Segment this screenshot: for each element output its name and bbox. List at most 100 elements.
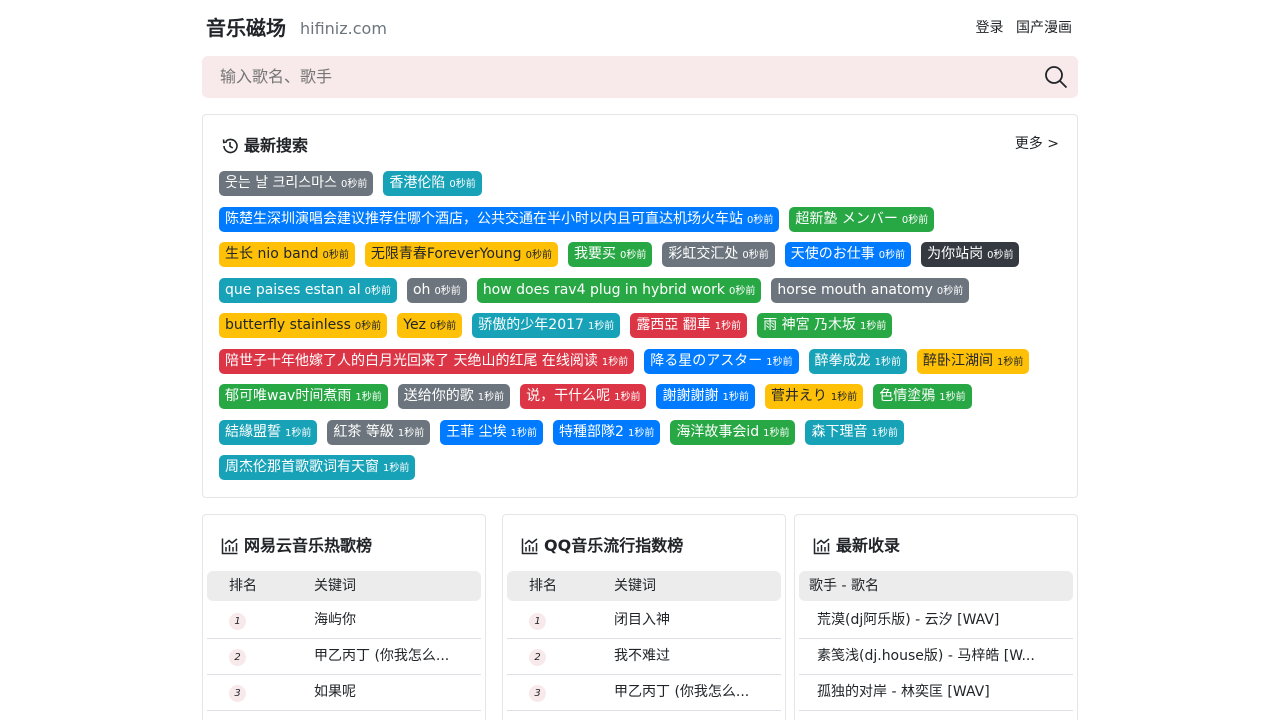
table-row[interactable]: 1 闭目入神 bbox=[507, 603, 781, 639]
search-tag[interactable]: 我要买 0秒前 bbox=[567, 242, 653, 267]
search-tag[interactable]: 露西亞 翻車 1秒前 bbox=[630, 313, 748, 338]
table-row[interactable]: 3 甲乙丙丁 (你我怎么... bbox=[507, 675, 781, 711]
table-row[interactable]: 1 海屿你 bbox=[207, 603, 481, 639]
search-tag[interactable]: 陪世子十年他嫁了人的白月光回来了 天绝山的红尾 在线阅读 1秒前 bbox=[219, 348, 635, 374]
search-tag-time: 1秒前 bbox=[614, 392, 641, 403]
rank-badge: 1 bbox=[529, 613, 546, 630]
search-tag-text: 露西亞 翻車 bbox=[636, 317, 711, 333]
search-tag-text: 彩虹交汇处 bbox=[668, 246, 739, 262]
song-link[interactable]: 荒漠(dj阿乐版) - 云汐 [WAV] bbox=[817, 603, 1047, 638]
search-tag-text: butterfly stainless bbox=[225, 317, 351, 333]
search-tag-text: 周杰伦那首歌歌词有天窗 bbox=[225, 459, 379, 475]
table-row[interactable]: 3 如果呢 bbox=[207, 675, 481, 711]
song-link[interactable]: 素笺浅(dj.house版) - 马梓皓 [W... bbox=[817, 639, 1047, 674]
keyword-link[interactable]: 甲乙丙丁 (你我怎么... bbox=[614, 675, 764, 710]
search-tag-text: 郁可唯wav时间煮雨 bbox=[225, 388, 352, 404]
search-tag[interactable]: 陈楚生深圳演唱会建议推荐住哪个酒店，公共交通在半小时以内且可直达机场火车站 0秒前 bbox=[219, 206, 780, 232]
table-row[interactable]: 荒漠(dj阿乐版) - 云汐 [WAV] bbox=[799, 603, 1073, 639]
search-tag[interactable]: 菅井えり 1秒前 bbox=[764, 384, 864, 409]
search-tag-time: 0秒前 bbox=[729, 285, 756, 297]
search-tag[interactable]: 結緣盟誓 1秒前 bbox=[219, 419, 318, 445]
login-link[interactable]: 登录 bbox=[976, 20, 1004, 36]
search-tag[interactable]: 天使のお仕事 0秒前 bbox=[784, 242, 912, 267]
search-tag-text: Yez bbox=[403, 317, 426, 333]
search-tag[interactable]: 香港伦陷 0秒前 bbox=[383, 171, 482, 196]
search-tag[interactable]: 超新塾 メンバー 0秒前 bbox=[789, 206, 935, 232]
search-tag-text: horse mouth anatomy bbox=[777, 281, 933, 298]
search-tag[interactable]: 彩虹交汇处 0秒前 bbox=[662, 242, 775, 267]
song-link[interactable]: 孤独的对岸 - 林奕匡 [WAV] bbox=[817, 675, 1047, 710]
table-row[interactable]: 素笺浅(dj.house版) - 马梓皓 [W... bbox=[799, 639, 1073, 675]
search-tag[interactable]: 说，干什么呢 1秒前 bbox=[520, 384, 647, 409]
site-domain: hifiniz.com bbox=[300, 19, 387, 38]
search-tag[interactable]: que paises estan al 0秒前 bbox=[219, 277, 397, 303]
search-tag[interactable]: 特種部隊2 1秒前 bbox=[553, 419, 661, 445]
search-tag[interactable]: 紅茶 等級 1秒前 bbox=[327, 419, 431, 445]
more-link[interactable]: 更多 > bbox=[1015, 133, 1059, 153]
search-icon[interactable] bbox=[1044, 65, 1068, 89]
search-tag[interactable]: 醉拳成龙 1秒前 bbox=[808, 348, 908, 374]
search-tag[interactable]: how does rav4 plug in hybrid work 0秒前 bbox=[476, 277, 762, 303]
search-tag[interactable]: 醉卧江湖间 1秒前 bbox=[917, 348, 1030, 374]
search-tag[interactable]: 送给你的歌 1秒前 bbox=[397, 384, 511, 409]
table-row[interactable]: 2 我不难过 bbox=[507, 639, 781, 675]
table-row[interactable]: 孤独的对岸 - 林奕匡 [WAV] bbox=[799, 675, 1073, 711]
search-tag[interactable]: 生长 nio band 0秒前 bbox=[219, 242, 355, 267]
search-tag[interactable]: Yez 0秒前 bbox=[397, 313, 463, 338]
bar-chart-icon bbox=[813, 538, 830, 555]
search-tag-time: 1秒前 bbox=[285, 427, 312, 439]
search-bar bbox=[202, 56, 1078, 98]
search-tag[interactable]: 郁可唯wav时间煮雨 1秒前 bbox=[219, 384, 388, 409]
keyword-link[interactable]: 海屿你 bbox=[314, 603, 464, 638]
search-tag[interactable]: horse mouth anatomy 0秒前 bbox=[771, 277, 970, 303]
search-tag[interactable]: 謝謝謝謝 1秒前 bbox=[656, 384, 755, 409]
search-tag-text: 紅茶 等級 bbox=[333, 423, 394, 440]
search-tag-time: 0秒前 bbox=[936, 285, 964, 297]
search-tag[interactable]: 王菲 尘埃 1秒前 bbox=[440, 419, 544, 445]
table-row[interactable]: 2 甲乙丙丁 (你我怎么... bbox=[207, 639, 481, 675]
tag-row: que paises estan al 0秒前 oh 0秒前 how does rav4… bbox=[219, 277, 1069, 314]
search-input[interactable] bbox=[220, 56, 1020, 98]
latest-collection-card: 最新收录 歌手 - 歌名 荒漠(dj阿乐版) - 云汐 [WAV] 素笺浅(dj… bbox=[794, 514, 1078, 720]
search-tag[interactable]: butterfly stainless 0秒前 bbox=[219, 313, 388, 338]
tag-row: 웃는 날 크리스마스 0秒前 香港伦陷 0秒前 bbox=[219, 171, 1069, 207]
search-tag[interactable]: 周杰伦那首歌歌词有天窗 1秒前 bbox=[219, 455, 416, 480]
recent-searches-title: 最新搜索 bbox=[244, 136, 309, 155]
search-tag[interactable]: 骄傲的少年2017 1秒前 bbox=[472, 313, 621, 338]
search-tag-text: 超新塾 メンバー bbox=[795, 210, 898, 227]
search-tag[interactable]: 웃는 날 크리스마스 0秒前 bbox=[219, 171, 374, 196]
site-logo[interactable]: 音乐磁场 bbox=[206, 14, 286, 42]
search-tag-text: 天使のお仕事 bbox=[790, 246, 875, 262]
search-tag-text: oh bbox=[412, 281, 431, 298]
search-tag-time: 1秒前 bbox=[860, 321, 887, 332]
search-tag-text: 特種部隊2 bbox=[559, 423, 624, 440]
search-tag[interactable]: 为你站岗 0秒前 bbox=[921, 242, 1020, 267]
keyword-header: 关键词 bbox=[314, 578, 356, 594]
search-tag[interactable]: 色情塗鴉 1秒前 bbox=[873, 384, 972, 409]
search-tag[interactable]: 无限青春ForeverYoung 0秒前 bbox=[364, 242, 558, 267]
song-header: 歌手 - 歌名 bbox=[809, 578, 879, 594]
search-tag-text: 結緣盟誓 bbox=[225, 423, 281, 440]
search-tag[interactable]: 雨 神宮 乃木坂 1秒前 bbox=[757, 313, 893, 338]
keyword-link[interactable]: 我不难过 bbox=[614, 639, 764, 674]
keyword-link[interactable]: 闭目入神 bbox=[614, 603, 764, 638]
search-tag-text: 森下理音 bbox=[811, 423, 868, 440]
search-tag[interactable]: 森下理音 1秒前 bbox=[805, 419, 904, 445]
search-tag-time: 1秒前 bbox=[939, 392, 966, 403]
recent-searches-card: 最新搜索 更多 > 웃는 날 크리스마스 0秒前 香港伦陷 0秒前 陈楚生深圳演唱会建议… bbox=[202, 114, 1078, 498]
search-tag[interactable]: oh 0秒前 bbox=[406, 277, 467, 303]
tag-row: 結緣盟誓 1秒前 紅茶 等級 1秒前 王菲 尘埃 1秒前 特種部隊2 1秒前 海洋故事会id 1秒… bbox=[219, 419, 1069, 456]
search-tag-time: 1秒前 bbox=[397, 427, 425, 439]
search-tag[interactable]: 海洋故事会id 1秒前 bbox=[670, 419, 796, 445]
keyword-link[interactable]: 甲乙丙丁 (你我怎么... bbox=[314, 639, 464, 674]
search-tag-text: 送给你的歌 bbox=[403, 388, 474, 404]
comics-link[interactable]: 国产漫画 bbox=[1016, 20, 1072, 36]
search-tag-time: 0秒前 bbox=[742, 250, 769, 261]
search-tag-text: 醉拳成龙 bbox=[814, 352, 871, 369]
search-tag[interactable]: 降る星のアスター 1秒前 bbox=[644, 348, 799, 374]
search-tag-text: 王菲 尘埃 bbox=[446, 423, 507, 440]
history-icon bbox=[222, 138, 238, 154]
search-tag-time: 1秒前 bbox=[587, 321, 615, 332]
search-tag-time: 0秒前 bbox=[987, 250, 1014, 261]
keyword-link[interactable]: 如果呢 bbox=[314, 675, 464, 710]
